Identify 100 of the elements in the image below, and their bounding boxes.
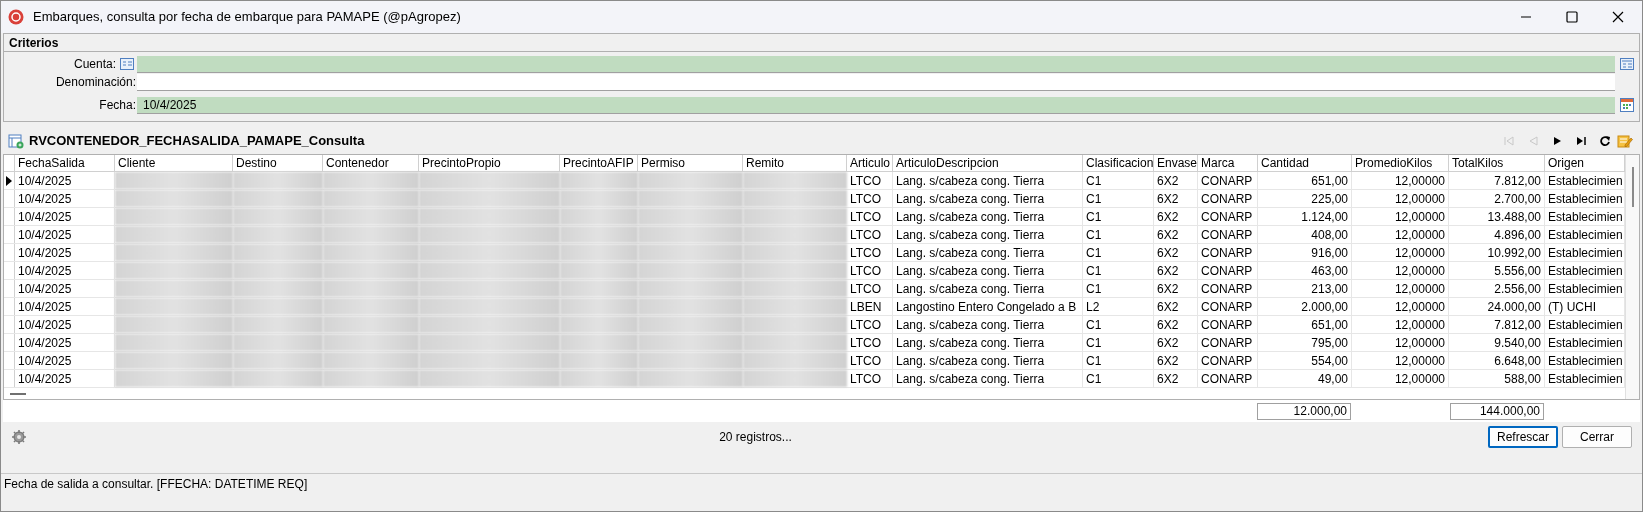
table-cell: 6X2 (1154, 172, 1198, 189)
last-record-icon[interactable] (1575, 135, 1587, 147)
table-cell: Lang. s/cabeza cong. Tierra (893, 244, 1083, 261)
column-header[interactable]: Cliente (115, 155, 233, 171)
table-cell: Lang. s/cabeza cong. Tierra (893, 262, 1083, 279)
table-cell: LTCO (847, 172, 893, 189)
table-cell: LTCO (847, 334, 893, 351)
table-cell: 7.812,00 (1449, 316, 1545, 333)
column-header[interactable]: PrecintoAFIP (560, 155, 638, 171)
table-cell: Lang. s/cabeza cong. Tierra (893, 226, 1083, 243)
table-cell: Lang. s/cabeza cong. Tierra (893, 208, 1083, 225)
table-cell: CONARP (1198, 280, 1258, 297)
lookup-icon[interactable] (120, 58, 134, 70)
close-button[interactable]: Cerrar (1562, 426, 1632, 448)
column-header[interactable]: TotalKilos (1449, 155, 1545, 171)
column-header[interactable]: PromedioKilos (1352, 155, 1449, 171)
column-header[interactable]: PrecintoPropio (419, 155, 560, 171)
table-cell: C1 (1083, 262, 1154, 279)
table-cell: CONARP (1198, 226, 1258, 243)
close-icon[interactable] (1612, 11, 1624, 23)
table-cell: 12,00000 (1352, 208, 1449, 225)
refresh-icon[interactable] (1599, 135, 1611, 147)
scrollbar-thumb[interactable] (1631, 167, 1634, 207)
table-cell: 13.488,00 (1449, 208, 1545, 225)
table-cell: Lang. s/cabeza cong. Tierra (893, 280, 1083, 297)
column-header[interactable]: Cantidad (1258, 155, 1352, 171)
list-icon[interactable] (1620, 58, 1634, 70)
column-header[interactable]: Contenedor (323, 155, 419, 171)
table-cell: 7.812,00 (1449, 172, 1545, 189)
table-cell: LTCO (847, 352, 893, 369)
table-cell: 6.648,00 (1449, 352, 1545, 369)
table-cell: 10.992,00 (1449, 244, 1545, 261)
table-cell: Lang. s/cabeza cong. Tierra (893, 172, 1083, 189)
column-header[interactable]: Permiso (638, 155, 743, 171)
table-cell: CONARP (1198, 262, 1258, 279)
table-cell: L2 (1083, 298, 1154, 315)
table-cell: CONARP (1198, 244, 1258, 261)
table-cell: C1 (1083, 172, 1154, 189)
table-cell: CONARP (1198, 352, 1258, 369)
account-field[interactable] (137, 55, 1615, 73)
table-cell: 5.556,00 (1449, 262, 1545, 279)
table-cell: LTCO (847, 262, 893, 279)
table-cell: CONARP (1198, 208, 1258, 225)
table-cell: CONARP (1198, 190, 1258, 207)
table-cell: C1 (1083, 190, 1154, 207)
column-header[interactable]: Destino (233, 155, 323, 171)
table-cell: CONARP (1198, 172, 1258, 189)
table-cell: 588,00 (1449, 370, 1545, 387)
column-header[interactable]: Articulo (847, 155, 893, 171)
refresh-button[interactable]: Refrescar (1488, 426, 1558, 448)
table-cell: 554,00 (1258, 352, 1352, 369)
previous-record-icon[interactable] (1527, 135, 1539, 147)
table-cell: 6X2 (1154, 352, 1198, 369)
maximize-icon[interactable] (1566, 11, 1578, 23)
table-cell: 6X2 (1154, 226, 1198, 243)
table-cell: 6X2 (1154, 334, 1198, 351)
settings-icon[interactable] (11, 429, 27, 445)
edit-icon[interactable] (1617, 133, 1633, 149)
table-cell: 12,00000 (1352, 280, 1449, 297)
grid-title: RVCONTENEDOR_FECHASALIDA_PAMAPE_Consulta (29, 132, 365, 151)
column-header[interactable]: ArticuloDescripcion (893, 155, 1083, 171)
table-cell: 6X2 (1154, 280, 1198, 297)
section-title: Criterios (9, 34, 59, 52)
table-cell: C1 (1083, 208, 1154, 225)
table-cell: Lang. s/cabeza cong. Tierra (893, 316, 1083, 333)
column-header[interactable]: Remito (743, 155, 847, 171)
table-cell: 225,00 (1258, 190, 1352, 207)
table-cell: 12,00000 (1352, 244, 1449, 261)
column-header[interactable]: Envase (1154, 155, 1198, 171)
field-label: Fecha: (98, 97, 137, 114)
table-cell: 12,00000 (1352, 334, 1449, 351)
scrollbar-thumb[interactable] (10, 392, 26, 395)
first-record-icon[interactable] (1503, 135, 1515, 147)
current-row-icon (6, 175, 12, 186)
table-cell: 213,00 (1258, 280, 1352, 297)
calendar-icon[interactable] (1620, 98, 1634, 112)
table-cell: 2.556,00 (1449, 280, 1545, 297)
record-count: 20 registros... (719, 429, 792, 446)
table-cell: 916,00 (1258, 244, 1352, 261)
column-header[interactable]: Marca (1198, 155, 1258, 171)
table-cell: Langostino Entero Congelado a B (893, 298, 1083, 315)
table-cell: 6X2 (1154, 208, 1198, 225)
column-header[interactable]: FechaSalida (15, 155, 115, 171)
table-cell: LTCO (847, 316, 893, 333)
table-cell: 49,00 (1258, 370, 1352, 387)
table-cell: Lang. s/cabeza cong. Tierra (893, 370, 1083, 387)
table-cell: C1 (1083, 280, 1154, 297)
table-cell: C1 (1083, 370, 1154, 387)
table-cell: 651,00 (1258, 172, 1352, 189)
date-field[interactable]: 10/4/2025 (137, 96, 1615, 114)
table-cell: C1 (1083, 352, 1154, 369)
table-cell: 463,00 (1258, 262, 1352, 279)
window-title: Embarques, consulta por fecha de embarque para PAMAPE (@pAgropez) (33, 8, 461, 27)
row-indicator[interactable] (4, 172, 15, 189)
table-cell: LTCO (847, 208, 893, 225)
name-field[interactable] (137, 73, 1615, 91)
column-header[interactable]: Clasificacion (1083, 155, 1154, 171)
table-cell: 6X2 (1154, 244, 1198, 261)
next-record-icon[interactable] (1551, 135, 1563, 147)
table-cell: CONARP (1198, 298, 1258, 315)
